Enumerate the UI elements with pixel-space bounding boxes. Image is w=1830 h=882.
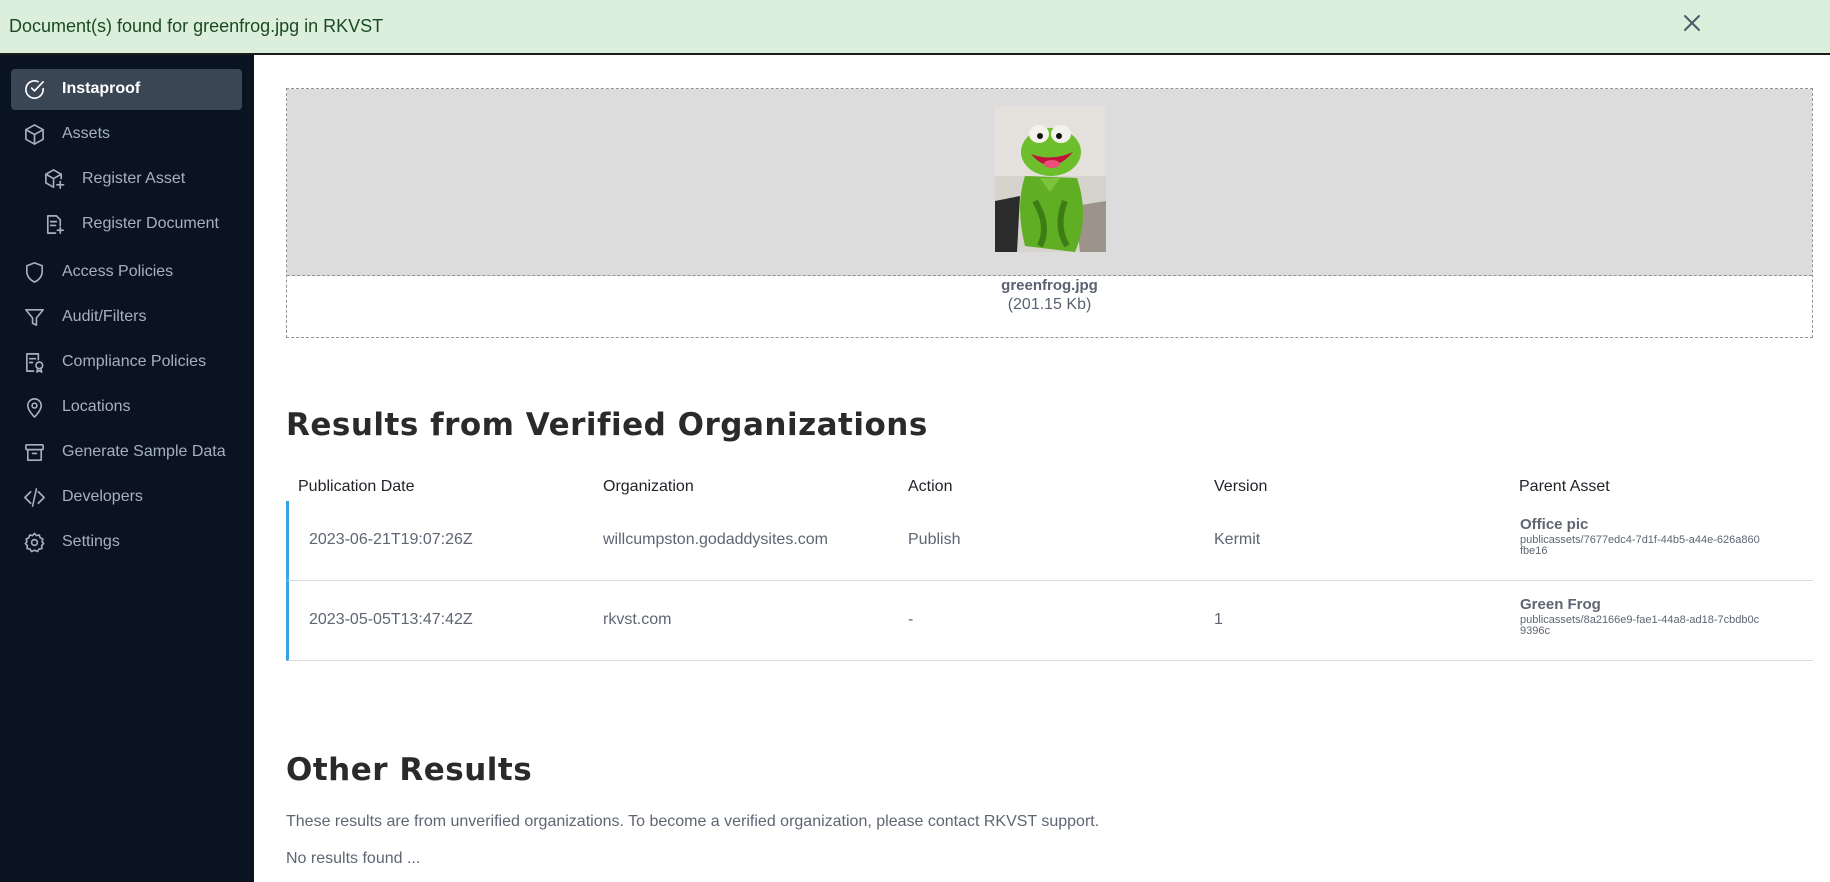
sidebar-item-label: Access Policies [62,263,174,280]
table-row[interactable]: 2023-06-21T19:07:26Z willcumpston.godadd… [286,501,1813,581]
banner-message: Document(s) found for greenfrog.jpg in R… [9,16,384,36]
main-content: greenfrog.jpg (201.15 Kb) Results from V… [254,55,1830,882]
other-results-heading: Other Results [286,752,533,788]
sidebar-item-register-asset[interactable]: Register Asset [11,159,242,200]
file-dropzone[interactable]: greenfrog.jpg (201.15 Kb) [286,88,1813,338]
table-header: Publication Date Organization Action Ver… [286,470,1813,501]
cell-version: Kermit [1214,531,1261,548]
sidebar-item-label: Instaproof [62,80,141,97]
sidebar-item-label: Settings [62,533,120,550]
box-icon [23,123,46,146]
sidebar-item-label: Developers [62,488,143,505]
cell-publication-date: 2023-06-21T19:07:26Z [309,531,473,548]
no-results-message: No results found ... [286,850,421,867]
column-header-parent-asset: Parent Asset [1519,478,1610,495]
verified-results-heading: Results from Verified Organizations [286,407,928,443]
map-pin-icon [23,396,46,419]
sidebar-item-label: Audit/Filters [62,308,147,325]
parent-asset-name[interactable]: Office pic [1520,516,1760,533]
check-circle-icon [23,78,46,101]
sidebar-item-audit-filters[interactable]: Audit/Filters [11,297,242,338]
archive-icon [23,441,46,464]
cell-action: - [908,611,914,628]
parent-asset-name[interactable]: Green Frog [1520,596,1760,613]
code-icon [23,486,46,509]
file-thumbnail-image [995,106,1106,252]
sidebar-item-access-policies[interactable]: Access Policies [11,252,242,293]
sidebar-item-label: Register Document [82,215,219,232]
sidebar-item-instaproof[interactable]: Instaproof [11,69,242,110]
table-row[interactable]: 2023-05-05T13:47:42Z rkvst.com - 1 Green… [286,581,1813,661]
sidebar-item-label: Register Asset [82,170,186,187]
sidebar: Instaproof Assets Register Asset Registe… [0,55,254,882]
sidebar-item-label: Locations [62,398,131,415]
cell-action: Publish [908,531,961,548]
sidebar-item-assets[interactable]: Assets [11,114,242,155]
sidebar-item-settings[interactable]: Settings [11,522,242,563]
cell-version: 1 [1214,611,1223,628]
column-header-action: Action [908,478,953,495]
cell-parent-asset: Green Frog publicassets/8a2166e9-fae1-44… [1520,596,1760,637]
sidebar-item-developers[interactable]: Developers [11,477,242,518]
compliance-icon [23,351,46,374]
parent-asset-id: publicassets/8a2166e9-fae1-44a8-ad18-7cb… [1520,614,1760,637]
filter-icon [23,306,46,329]
notification-banner: Document(s) found for greenfrog.jpg in R… [0,0,1830,55]
sidebar-item-label: Assets [62,125,111,142]
column-header-version: Version [1214,478,1268,495]
other-results-note: These results are from unverified organi… [286,813,1100,830]
sidebar-item-label: Compliance Policies [62,353,207,370]
cell-organization: willcumpston.godaddysites.com [603,531,828,548]
cell-parent-asset: Office pic publicassets/7677edc4-7d1f-44… [1520,516,1760,557]
file-preview-area [287,89,1812,276]
box-plus-icon [43,168,66,191]
verified-results-table: Publication Date Organization Action Ver… [286,470,1813,661]
sidebar-item-register-document[interactable]: Register Document [11,204,242,245]
sidebar-item-locations[interactable]: Locations [11,387,242,428]
gear-icon [23,531,46,554]
parent-asset-id: publicassets/7677edc4-7d1f-44b5-a44e-626… [1520,534,1760,557]
cell-organization: rkvst.com [603,611,672,628]
column-header-publication-date: Publication Date [298,478,415,495]
cell-publication-date: 2023-05-05T13:47:42Z [309,611,473,628]
document-plus-icon [43,213,66,236]
sidebar-item-label: Generate Sample Data [62,443,226,460]
shield-icon [23,261,46,284]
file-name: greenfrog.jpg [1001,277,1098,294]
file-size: (201.15 Kb) [1007,296,1092,313]
close-icon[interactable] [1679,10,1705,36]
column-header-organization: Organization [603,478,694,495]
sidebar-item-generate-sample-data[interactable]: Generate Sample Data [11,432,242,473]
sidebar-item-compliance-policies[interactable]: Compliance Policies [11,342,242,383]
